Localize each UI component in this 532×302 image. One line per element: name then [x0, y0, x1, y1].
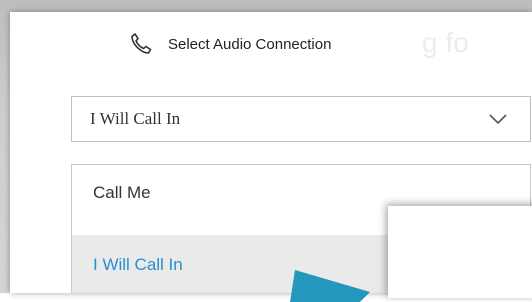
pointer-arrow-icon: [290, 270, 370, 302]
menu-item-label: I Will Call In: [93, 255, 183, 274]
dropdown-selected-value: I Will Call In: [90, 109, 181, 128]
audio-connection-header: Select Audio Connection: [128, 30, 331, 58]
panel-title: Select Audio Connection: [168, 35, 332, 53]
chevron-down-icon: [488, 111, 508, 127]
phone-icon: [128, 31, 154, 57]
overlapping-window: [388, 206, 532, 298]
background-text: g fo: [422, 27, 469, 58]
menu-item-label: Call Me: [93, 183, 151, 202]
audio-connection-dropdown[interactable]: I Will Call In: [71, 96, 531, 142]
